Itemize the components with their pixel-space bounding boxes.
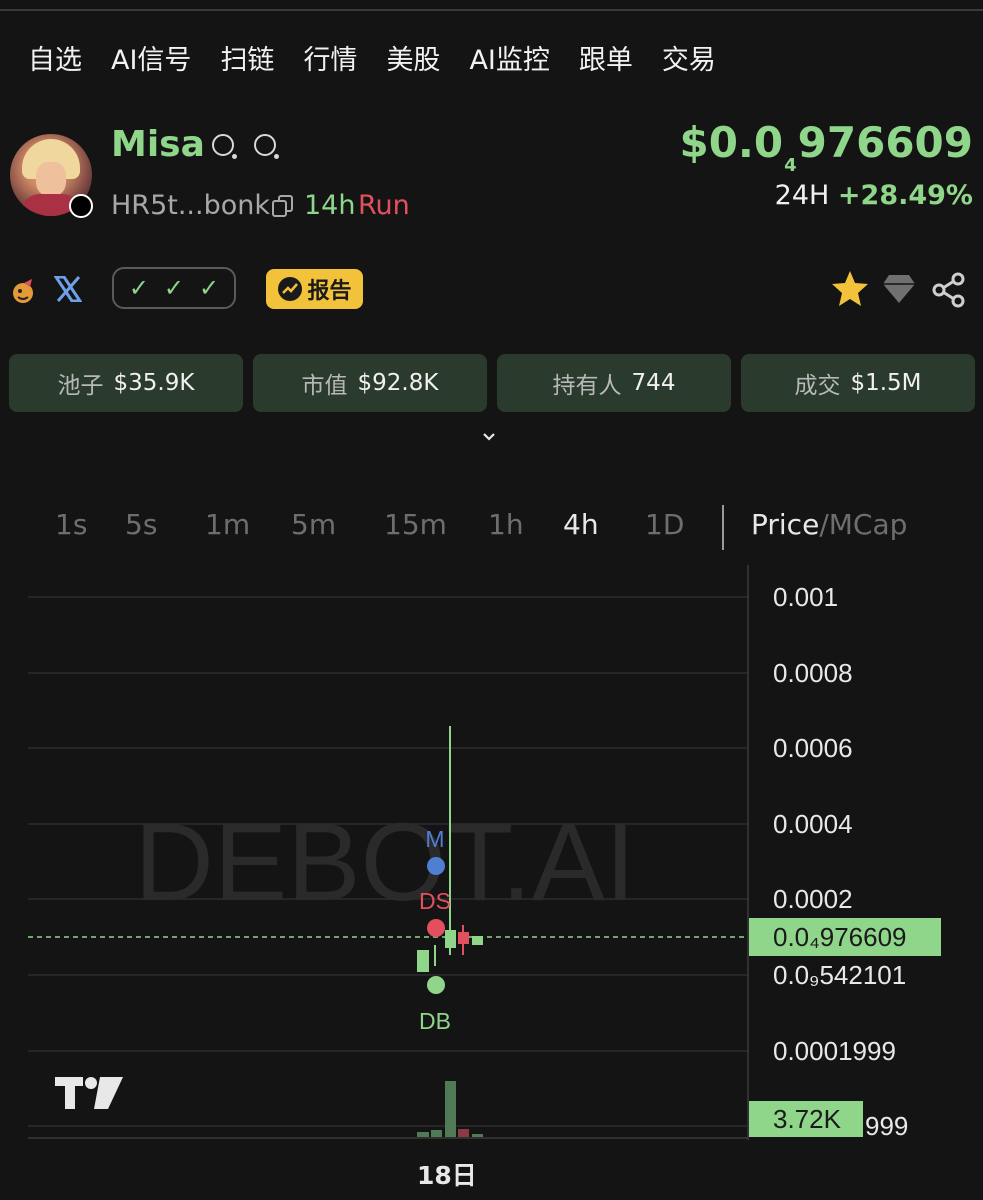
y-tick-label: 0.0008: [773, 658, 853, 688]
nav-item-scan[interactable]: 扫链: [220, 38, 274, 77]
volume-bar: [445, 1081, 456, 1137]
nav-item-trade[interactable]: 交易: [662, 38, 716, 77]
top-divider: [0, 9, 983, 11]
copy-icon[interactable]: [272, 195, 294, 217]
marker-m-label: M: [425, 826, 444, 852]
candle: [458, 932, 469, 944]
timeframe-1d[interactable]: 1D: [645, 508, 684, 541]
timeframe-1m[interactable]: 1m: [205, 508, 250, 541]
check-icon: ✓: [198, 274, 220, 302]
chain-badge-icon: [69, 194, 93, 218]
y-tick-label: 999: [865, 1111, 908, 1141]
x-twitter-icon[interactable]: [54, 276, 82, 302]
search-icon[interactable]: [212, 134, 237, 159]
candle: [472, 936, 483, 945]
chart-watermark: DEBOT.AI: [134, 801, 635, 924]
check-icon: ✓: [163, 274, 185, 302]
main-nav: 自选 AI信号 扫链 行情 美股 AI监控 跟单 交易: [28, 38, 745, 77]
verification-checks: ✓ ✓ ✓: [112, 267, 236, 309]
nav-item-copy-trade[interactable]: 跟单: [579, 38, 633, 77]
marker-m-dot[interactable]: [427, 857, 445, 875]
marker-db-dot[interactable]: [427, 976, 445, 994]
token-name: Misa: [111, 124, 205, 165]
timeframe-1s[interactable]: 1s: [55, 508, 87, 541]
diamond-icon[interactable]: [881, 272, 917, 306]
volume-bar: [472, 1134, 483, 1137]
timeframe-1h[interactable]: 1h: [488, 508, 524, 541]
volume-bar: [431, 1130, 442, 1137]
nav-item-market[interactable]: 行情: [303, 38, 357, 77]
token-age: 14h: [304, 190, 356, 221]
share-icon[interactable]: [931, 272, 967, 308]
y-tick-label: 0.0001999: [773, 1036, 896, 1066]
token-address: HR5t...bonk: [111, 190, 270, 221]
candle: [417, 950, 429, 972]
volume-bar: [417, 1132, 429, 1137]
timeframe-5m[interactable]: 5m: [291, 508, 336, 541]
y-tick-label: 0.0004: [773, 809, 853, 839]
token-status: Run: [358, 190, 410, 221]
search-icon[interactable]: [254, 134, 279, 159]
candle: [445, 930, 456, 948]
price-chart[interactable]: DEBOT.AI 0.0010.00080.00060.00040.00020.…: [0, 560, 983, 1180]
report-label: 报告: [307, 279, 352, 304]
report-button[interactable]: 报告: [266, 269, 363, 309]
y-tick-label: 0.0002: [773, 884, 853, 914]
price-mcap-toggle[interactable]: Price/MCap: [751, 508, 907, 541]
stats-bar: 池子 $35.9K 市值 $92.8K 持有人 744 成交 $1.5M: [9, 354, 975, 412]
nav-item-ai-monitor[interactable]: AI监控: [469, 38, 549, 77]
report-icon: [278, 277, 303, 301]
volume-bars: [417, 1081, 483, 1137]
bonk-icon[interactable]: [10, 276, 38, 306]
star-icon[interactable]: [829, 268, 871, 310]
stat-holders: 持有人 744: [497, 354, 731, 412]
tradingview-logo-icon: [55, 1077, 123, 1109]
marker-ds-label: DS: [419, 888, 451, 914]
y-tick-label: 0.0006: [773, 733, 853, 763]
nav-item-watchlist[interactable]: 自选: [28, 38, 82, 77]
y-axis: 0.001 0.0008 0.0006 0.0004 0.0002 0.0₉542101 0…: [773, 582, 908, 1141]
y-tick-label: 0.001: [773, 582, 838, 612]
timeframe-4h[interactable]: 4h: [563, 508, 599, 541]
current-price-label: 0.0₄976609: [773, 922, 907, 952]
volume-bar: [458, 1129, 469, 1137]
y-tick-label: 0.0₉542101: [773, 960, 906, 990]
timeframe-5s[interactable]: 5s: [125, 508, 157, 541]
stat-volume: 成交 $1.5M: [741, 354, 975, 412]
nav-item-us-stocks[interactable]: 美股: [386, 38, 440, 77]
timeframe-divider: [722, 505, 724, 550]
timeframe-15m[interactable]: 15m: [384, 508, 447, 541]
marker-db-label: DB: [419, 1008, 451, 1034]
check-icon: ✓: [128, 274, 150, 302]
x-axis-label: 18日: [417, 1161, 477, 1190]
nav-item-ai-signal[interactable]: AI信号: [111, 38, 191, 77]
marker-ds-dot[interactable]: [427, 919, 445, 937]
price-change: 24H +28.49%: [774, 180, 973, 211]
stat-market-cap: 市值 $92.8K: [253, 354, 487, 412]
volume-label: 3.72K: [773, 1104, 842, 1134]
token-price: $0.04976609: [679, 118, 973, 176]
chevron-down-icon[interactable]: [482, 430, 496, 444]
stat-pool: 池子 $35.9K: [9, 354, 243, 412]
